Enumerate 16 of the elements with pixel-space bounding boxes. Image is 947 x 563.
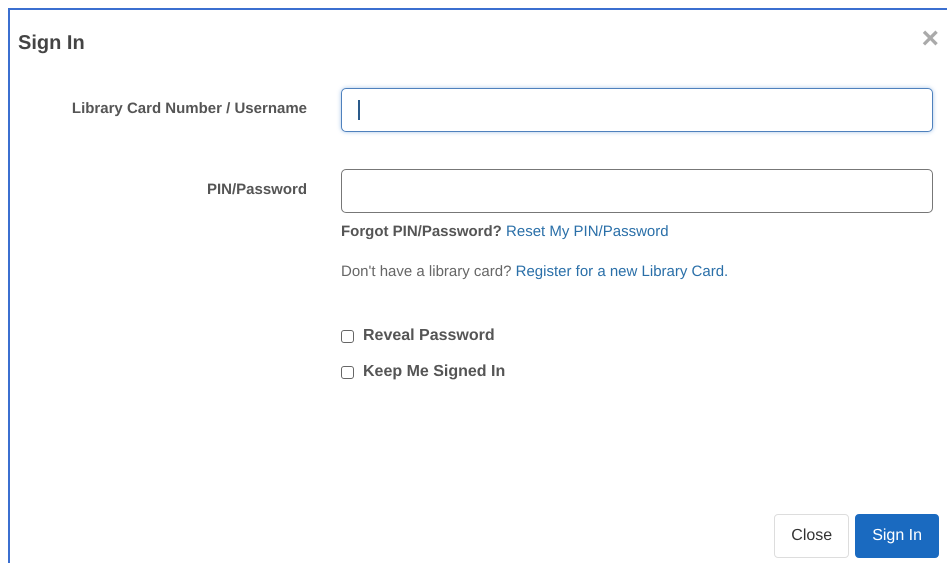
input-field[interactable] (341, 169, 933, 213)
text-cursor (358, 100, 360, 120)
reset-link[interactable]: Reset My PIN/Password (506, 223, 669, 240)
checkbox-label: Reveal Password (363, 327, 495, 345)
input-field[interactable] (341, 88, 933, 132)
forgot-text: Forgot PIN/Password? Reset My PIN/Password (341, 223, 670, 240)
sign-in-button[interactable]: Sign In (855, 514, 939, 558)
close-button[interactable]: Close (774, 514, 850, 558)
register-text: Don't have a library card? Register for a new Library Card. (341, 263, 730, 280)
checkbox-label: Keep Me Signed In (363, 363, 506, 381)
field-label: PIN/Password (206, 180, 307, 200)
checkbox[interactable] (341, 366, 354, 378)
checkbox[interactable] (341, 330, 354, 342)
field-label: Library Card Number / Username (70, 99, 307, 119)
register-link[interactable]: Register for a new Library Card. (516, 263, 728, 280)
dialog-title: Sign In (18, 32, 85, 55)
